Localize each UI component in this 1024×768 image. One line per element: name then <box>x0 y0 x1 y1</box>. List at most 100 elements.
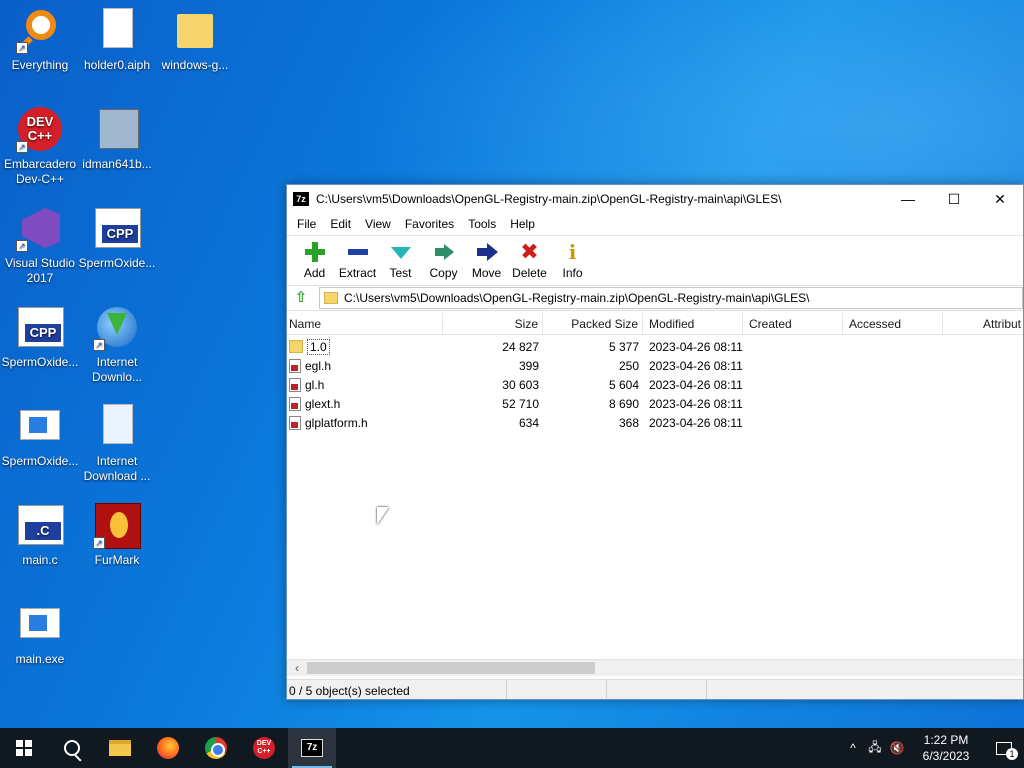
test-button[interactable]: Test <box>379 236 422 280</box>
address-field[interactable]: C:\Users\vm5\Downloads\OpenGL-Registry-m… <box>319 287 1023 309</box>
table-row[interactable]: 1.0 24 827 5 377 2023-04-26 08:11 <box>287 337 1023 356</box>
file-modified: 2023-04-26 08:11 <box>649 339 743 354</box>
desktop-icon-idman[interactable]: idman641b... <box>77 105 157 172</box>
table-row[interactable]: glext.h 52 710 8 690 2023-04-26 08:11 <box>287 394 1023 413</box>
desktop-icon-label: windows-g... <box>161 58 229 72</box>
toolbar: Add Extract Test Copy Move ✖ Delete i In… <box>287 235 1023 285</box>
close-button[interactable]: ✕ <box>977 185 1023 213</box>
mouse-cursor-icon <box>377 507 389 525</box>
column-modified[interactable]: Modified <box>643 312 743 335</box>
column-created[interactable]: Created <box>743 312 843 335</box>
delete-button[interactable]: ✖ Delete <box>508 236 551 281</box>
idm-icon: ↗ <box>93 303 141 351</box>
taskbar: DEV C++ 7z ^ 🖧 🔇 1:22 PM 6/3/2023 1 <box>0 728 1024 768</box>
file-name: egl.h <box>305 358 332 373</box>
exe-icon <box>16 402 64 450</box>
column-name[interactable]: Name <box>287 312 443 335</box>
cpp-file-icon: CPP <box>93 204 141 252</box>
menu-tools[interactable]: Tools <box>461 217 503 231</box>
dev-cpp-icon: DEV C++ <box>253 737 275 759</box>
desktop-icon-main-c[interactable]: .C main.c <box>0 501 80 568</box>
test-icon <box>390 241 412 263</box>
desktop-icon-everything[interactable]: ↗ Everything <box>0 6 80 73</box>
taskbar-dev-cpp[interactable]: DEV C++ <box>240 728 288 768</box>
desktop-icon-internet-download[interactable]: ↗ Internet Downlo... <box>77 303 157 385</box>
file-packed-size: 250 <box>618 358 639 373</box>
folder-icon <box>171 6 219 54</box>
clock-time: 1:22 PM <box>923 733 969 747</box>
tray-overflow-chevron-icon[interactable]: ^ <box>842 741 864 755</box>
dev-cpp-icon: DEV C++ ↗ <box>16 105 64 153</box>
taskbar-search-button[interactable] <box>48 728 96 768</box>
file-list[interactable]: Name Size Packed Size Modified Created A… <box>287 312 1023 663</box>
info-label: Info <box>562 266 583 280</box>
clock[interactable]: 1:22 PM 6/3/2023 <box>908 732 984 764</box>
minimize-button[interactable]: — <box>885 185 931 213</box>
menu-file[interactable]: File <box>290 217 323 231</box>
taskbar-firefox[interactable] <box>144 728 192 768</box>
desktop-icon-label: idman641b... <box>82 157 152 171</box>
menu-help[interactable]: Help <box>503 217 542 231</box>
window-title: C:\Users\vm5\Downloads\OpenGL-Registry-m… <box>316 192 782 206</box>
menu-bar: File Edit View Favorites Tools Help <box>287 213 1023 235</box>
file-packed-size: 5 377 <box>608 339 639 354</box>
7zip-icon: 7z <box>301 739 323 757</box>
desktop-icon-windows-folder[interactable]: windows-g... <box>155 6 235 73</box>
menu-edit[interactable]: Edit <box>323 217 358 231</box>
scrollbar-thumb[interactable] <box>307 662 595 674</box>
file-name: glplatform.h <box>305 415 368 430</box>
copy-button[interactable]: Copy <box>422 236 465 280</box>
notification-center-button[interactable]: 1 <box>984 728 1024 768</box>
taskbar-chrome[interactable] <box>192 728 240 768</box>
extract-button[interactable]: Extract <box>336 236 379 280</box>
extract-icon <box>347 241 369 263</box>
column-accessed[interactable]: Accessed <box>843 312 943 335</box>
network-icon[interactable]: 🖧 <box>864 738 886 759</box>
desktop-icon-holder0[interactable]: holder0.aiph <box>77 6 157 73</box>
table-row[interactable]: glplatform.h 634 368 2023-04-26 08:11 <box>287 413 1023 432</box>
desktop-icon-spermoxide-2[interactable]: CPP SpermOxide... <box>0 303 80 370</box>
desktop-icon-label: holder0.aiph <box>83 58 151 72</box>
desktop-icon-visual-studio[interactable]: ↗ Visual Studio 2017 <box>0 204 80 286</box>
taskbar-7zip[interactable]: 7z <box>288 728 336 768</box>
desktop-icon-spermoxide-3[interactable]: SpermOxide... <box>0 402 80 469</box>
column-size[interactable]: Size <box>443 312 543 335</box>
file-size: 52 710 <box>502 396 539 411</box>
header-file-icon <box>289 396 301 411</box>
7zip-file-manager-window: 7z C:\Users\vm5\Downloads\OpenGL-Registr… <box>286 184 1024 700</box>
image-file-icon <box>93 402 141 450</box>
status-date <box>707 680 1023 700</box>
column-packed-size[interactable]: Packed Size <box>543 312 643 335</box>
installer-icon <box>93 105 141 153</box>
horizontal-scrollbar[interactable]: ‹ <box>287 659 1023 676</box>
move-button[interactable]: Move <box>465 236 508 280</box>
status-selection: 0 / 5 object(s) selected <box>287 679 507 699</box>
delete-label: Delete <box>512 266 547 280</box>
7zip-app-icon[interactable]: 7z <box>293 192 309 206</box>
menu-view[interactable]: View <box>358 217 398 231</box>
firefox-icon <box>157 737 179 759</box>
header-file-icon <box>289 377 301 392</box>
title-bar[interactable]: 7z C:\Users\vm5\Downloads\OpenGL-Registr… <box>287 185 1023 213</box>
desktop-icon-dev-cpp[interactable]: DEV C++ ↗ Embarcadero Dev-C++ <box>0 105 80 187</box>
table-row[interactable]: egl.h 399 250 2023-04-26 08:11 <box>287 356 1023 375</box>
maximize-button[interactable]: ☐ <box>931 185 977 213</box>
menu-favorites[interactable]: Favorites <box>398 217 461 231</box>
desktop-icon-furmark[interactable]: ↗ FurMark <box>77 501 157 568</box>
file-name: 1.0 <box>307 338 330 355</box>
desktop-icon-label: FurMark <box>94 553 140 567</box>
desktop-icon-main-exe[interactable]: main.exe <box>0 600 80 667</box>
table-row[interactable]: gl.h 30 603 5 604 2023-04-26 08:11 <box>287 375 1023 394</box>
taskbar-file-explorer[interactable] <box>96 728 144 768</box>
desktop-icon-internet-download-image[interactable]: Internet Download ... <box>77 402 157 484</box>
start-button[interactable] <box>0 728 48 768</box>
add-button[interactable]: Add <box>293 236 336 280</box>
column-attributes[interactable]: Attribut <box>943 313 1023 335</box>
copy-label: Copy <box>429 266 458 280</box>
desktop-icon-spermoxide-1[interactable]: CPP SpermOxide... <box>77 204 157 271</box>
windows-start-icon <box>16 740 32 756</box>
up-folder-icon[interactable]: ⇧ <box>291 288 311 308</box>
info-button[interactable]: i Info <box>551 236 594 280</box>
volume-muted-icon[interactable]: 🔇 <box>886 741 908 755</box>
scroll-left-icon[interactable]: ‹ <box>289 660 305 676</box>
